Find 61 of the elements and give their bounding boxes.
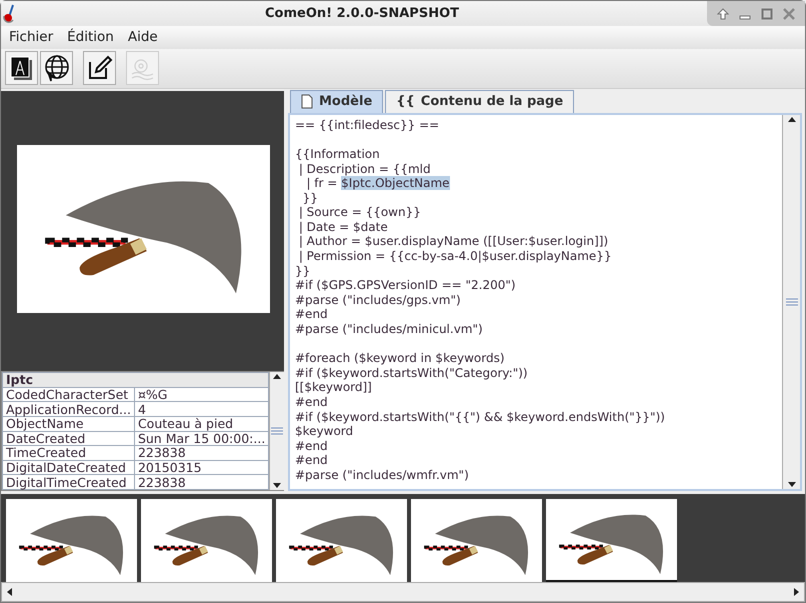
table-cell: CodedCharacterSet <box>2 387 134 402</box>
code-line: | Permission = {{cc-by-sa-4.0|$user.displayName}} <box>298 249 612 264</box>
tab[interactable]: {{ Contenu de la page <box>385 90 574 113</box>
code-line: | Description = {{mld <box>298 162 431 176</box>
code-line: $keyword <box>295 424 354 438</box>
maximize-icon[interactable] <box>761 8 773 20</box>
code-line: #parse ("includes/wmfr.vm") <box>295 468 469 482</box>
table-cell: ObjectName <box>2 416 134 431</box>
table-group-header: Iptc <box>2 372 269 388</box>
code-line: | Date = $date <box>298 220 388 234</box>
table-cell: ¤%G <box>134 387 269 402</box>
code-line: #if ($keyword.startsWith("Category:")) <box>295 366 528 380</box>
table-cell: DigitalTimeCreated <box>2 474 134 490</box>
table-cell: 20150315 <box>134 460 269 475</box>
code-line: #parse ("includes/minicul.vm") <box>295 322 483 336</box>
code-line: #if ($GPS.GPSVersionID == "2.200") <box>295 278 516 292</box>
table-cell: 4 <box>134 402 269 416</box>
code-line: #parse ("includes/gps.vm") <box>295 292 461 307</box>
table-cell: 223838 <box>134 474 269 490</box>
app-logo-icon <box>1 4 17 24</box>
toolbar-button[interactable] <box>83 51 116 86</box>
toolbar-button[interactable] <box>40 51 73 86</box>
code-line: | Source = {{own}} <box>298 205 421 220</box>
table-cell: DigitalDateCreated <box>2 460 134 475</box>
menu-item[interactable]: Fichier <box>9 27 54 48</box>
scroll-down-icon[interactable] <box>786 480 796 489</box>
table-cell: Couteau à pied <box>134 416 269 431</box>
toolbar-button[interactable] <box>5 51 38 86</box>
code-line: | Author = $user.displayName ([[User:$user.login]]) <box>298 234 608 248</box>
code-line: [[$keyword]] <box>295 380 372 394</box>
table-cell: ApplicationRecord... <box>2 402 134 416</box>
code-line: #end <box>295 438 328 453</box>
code-line: == {{int:filedesc}} == <box>295 118 440 132</box>
scroll-up-icon[interactable] <box>272 372 282 380</box>
scroll-up-icon[interactable] <box>786 114 796 123</box>
scroll-thumb-icon[interactable] <box>784 296 798 307</box>
table-cell: Sun Mar 15 00:00:... <box>134 431 269 446</box>
code-line: }} <box>302 190 318 205</box>
up-arrow-icon[interactable] <box>717 8 729 20</box>
code-line: | fr = <box>305 176 338 190</box>
selected-text[interactable]: $Iptc.ObjectName <box>341 176 450 190</box>
scroll-left-icon[interactable] <box>5 587 13 597</box>
scroll-right-icon[interactable] <box>793 587 801 597</box>
table-cell: TimeCreated <box>2 446 134 460</box>
table-cell: 223838 <box>134 446 269 460</box>
table-cell: DateCreated <box>2 431 134 446</box>
code-line: {{Information <box>295 146 380 161</box>
scroll-down-icon[interactable] <box>272 482 282 490</box>
window-title: ComeOn! 2.0.0-SNAPSHOT <box>264 4 460 23</box>
code-line: #foreach ($keyword in $keywords) <box>295 351 505 366</box>
globe-icon <box>42 54 70 82</box>
code-line: #end <box>295 453 328 468</box>
code-line: #end <box>295 307 328 322</box>
document-icon <box>301 94 313 110</box>
code-line: #end <box>295 395 328 410</box>
menu-item[interactable]: Édition <box>67 27 114 48</box>
scroll-thumb-icon[interactable] <box>270 426 284 436</box>
code-line: #if ($keyword.startsWith("{{") && $keyword.endsWith("}}")) <box>295 410 665 424</box>
tab[interactable]: Modèle <box>290 90 384 113</box>
code-line: }} <box>295 264 310 278</box>
menu-item[interactable]: Aide <box>128 27 158 48</box>
